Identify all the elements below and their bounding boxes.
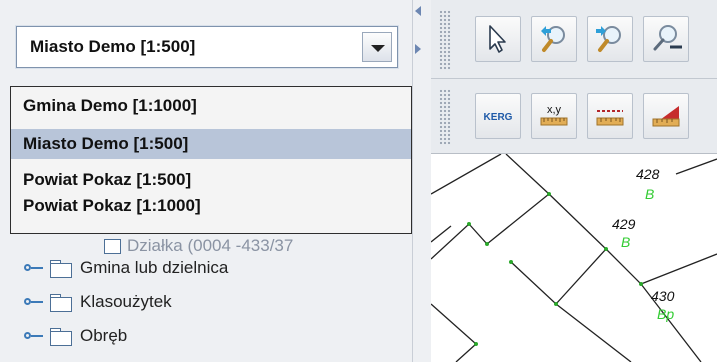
folder-icon xyxy=(50,327,72,346)
layer-option[interactable]: Gmina Demo [1:1000] xyxy=(11,93,411,119)
parcel-number: 428 xyxy=(636,166,660,182)
zoom-next-icon xyxy=(596,26,621,52)
layers-panel: Miasto Demo [1:500] Działka (0004 -433/3… xyxy=(0,0,412,362)
coordinates-button[interactable]: x,y xyxy=(531,93,577,139)
select-tool-button[interactable] xyxy=(475,16,521,62)
layer-option[interactable]: Powiat Pokaz [1:500] xyxy=(11,167,411,193)
tree-expand-icon[interactable] xyxy=(24,296,44,308)
kerg-button[interactable]: KERG xyxy=(475,93,521,139)
tree-expand-icon[interactable] xyxy=(24,262,44,274)
map-canvas[interactable]: 428 B 429 B 430 Bp xyxy=(431,154,717,362)
tree-item-klasouzytek[interactable]: Klasoużytek xyxy=(24,288,172,316)
layer-option[interactable]: Powiat Pokaz [1:1000] xyxy=(11,193,411,219)
tree-item-label: Gmina lub dzielnica xyxy=(80,258,229,277)
toolbar-grip[interactable] xyxy=(439,89,451,145)
collapse-left-icon[interactable] xyxy=(415,6,421,16)
map-toolbar-2: KERG x,y xyxy=(431,79,717,154)
splitter[interactable] xyxy=(412,0,431,362)
chevron-down-icon xyxy=(371,45,385,52)
coordinates-icon: x,y xyxy=(540,104,568,126)
parcel-land-class: B xyxy=(645,186,654,202)
xy-label: x,y xyxy=(547,104,562,116)
zoom-next-button[interactable] xyxy=(587,16,633,62)
checkbox-icon xyxy=(104,239,121,255)
map-toolbar-1 xyxy=(431,0,717,79)
measure-distance-button[interactable] xyxy=(587,93,633,139)
zoom-out-button[interactable] xyxy=(643,16,689,62)
tree-expand-icon[interactable] xyxy=(24,330,44,342)
tree-item-label: Obręb xyxy=(80,326,128,345)
measure-area-button[interactable] xyxy=(643,93,689,139)
parcel-number: 430 xyxy=(651,288,675,304)
zoom-previous-button[interactable] xyxy=(531,16,577,62)
combobox-dropdown-button[interactable] xyxy=(362,32,392,62)
folder-icon xyxy=(50,259,72,278)
layer-combobox[interactable]: Miasto Demo [1:500] xyxy=(16,26,398,68)
parcel-number: 429 xyxy=(612,216,636,232)
parcel-land-class: B xyxy=(621,234,630,250)
zoom-prev-icon xyxy=(541,26,565,52)
tree-item-gmina[interactable]: Gmina lub dzielnica xyxy=(24,254,228,282)
expand-right-icon[interactable] xyxy=(415,44,421,54)
parcel-land-class: Bp xyxy=(657,306,674,322)
select-arrow-icon xyxy=(489,25,506,53)
tree-item-label: Działka (0004 -433/37 xyxy=(127,236,294,255)
parcel-boundaries xyxy=(431,154,717,362)
measure-distance-icon xyxy=(596,110,624,126)
kerg-label: KERG xyxy=(484,112,513,123)
layer-option-selected[interactable]: Miasto Demo [1:500] xyxy=(11,129,411,159)
measure-area-icon xyxy=(652,106,680,127)
zoom-out-icon xyxy=(653,25,682,51)
layer-combobox-value: Miasto Demo [1:500] xyxy=(30,37,196,56)
tree-item-obreb[interactable]: Obręb xyxy=(24,322,127,350)
parcel-map[interactable]: 428 B 429 B 430 Bp xyxy=(431,154,717,362)
folder-icon xyxy=(50,293,72,312)
tree-item-dzialka[interactable]: Działka (0004 -433/37 xyxy=(104,236,293,256)
layer-dropdown-list: Gmina Demo [1:1000] Miasto Demo [1:500] … xyxy=(10,86,412,234)
kerg-icon: KERG xyxy=(484,112,513,123)
tree-item-label: Klasoużytek xyxy=(80,292,172,311)
toolbar-grip[interactable] xyxy=(439,10,451,70)
